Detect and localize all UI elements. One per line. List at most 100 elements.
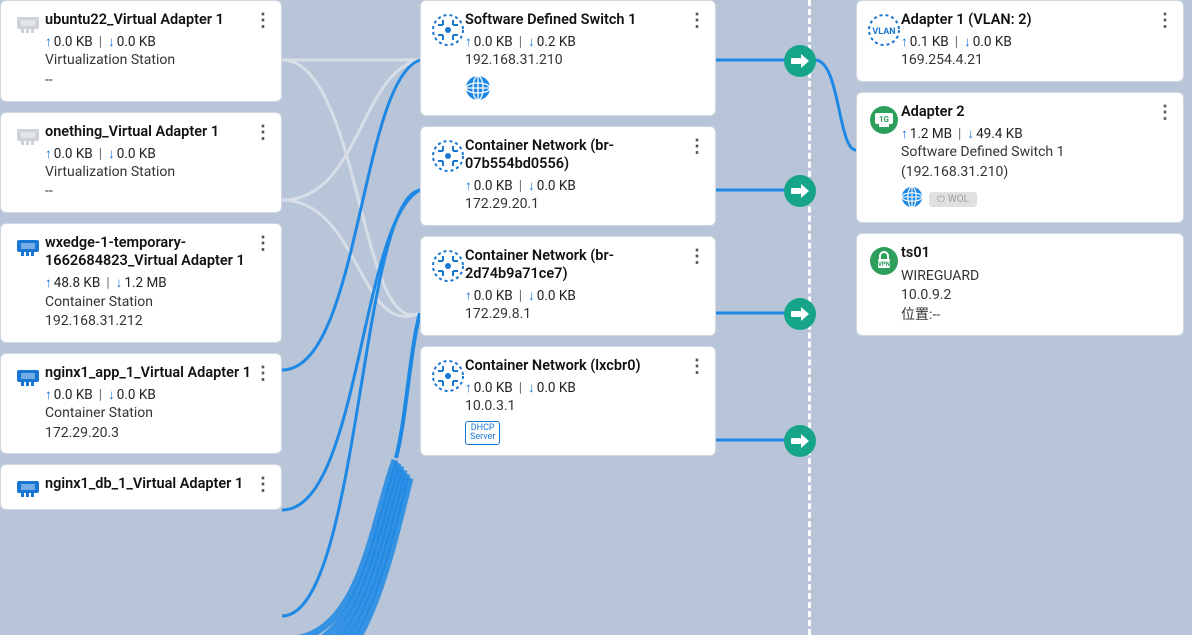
upload-icon: ↑: [45, 386, 52, 404]
card-location: 位置:--: [901, 306, 1169, 326]
adapter-card[interactable]: VLAN Adapter 1 (VLAN: 2) ↑0.1 KB | ↓0.0 …: [856, 0, 1184, 82]
dhcp-server-badge: DHCPServer: [465, 421, 500, 445]
card-title: Adapter 1 (VLAN: 2): [901, 11, 1169, 29]
card-ip: --: [45, 71, 267, 91]
card-title: nginx1_app_1_Virtual Adapter 1: [45, 364, 267, 382]
card-title: Adapter 2: [901, 103, 1169, 121]
network-node-card[interactable]: Software Defined Switch 1 ↑0.0 KB | ↓0.2…: [420, 0, 716, 116]
more-menu-button[interactable]: ⋮: [253, 364, 273, 384]
card-title: ts01: [901, 244, 1169, 262]
card-title: Container Network (br-2d74b9a71ce7): [465, 247, 701, 283]
svg-text:1G: 1G: [879, 115, 890, 124]
upload-icon: ↑: [465, 177, 472, 195]
switch-icon: [431, 357, 465, 393]
switch-icon: [431, 11, 465, 47]
adapter-icon: [11, 364, 45, 388]
more-menu-button[interactable]: ⋮: [1155, 11, 1175, 31]
download-icon: ↓: [528, 33, 535, 51]
traffic-stats: ↑0.0 KB | ↓0.0 KB: [465, 379, 701, 397]
download-icon: ↓: [108, 145, 115, 163]
connector-node: [783, 297, 817, 331]
svg-text:VLAN: VLAN: [872, 27, 895, 37]
download-icon: ↓: [528, 287, 535, 305]
virtual-adapter-card[interactable]: nginx1_db_1_Virtual Adapter 1⋮: [0, 464, 282, 510]
wol-badge: ⏻WOL: [929, 192, 977, 207]
upload-icon: ↑: [45, 274, 52, 292]
adapter-icon: [11, 11, 45, 35]
card-ip: 10.0.3.1: [465, 397, 701, 417]
card-subtitle: Software Defined Switch 1 (192.168.31.21…: [901, 143, 1169, 182]
upload-icon: ↑: [45, 145, 52, 163]
card-subtitle: WIREGUARD: [901, 267, 1169, 287]
adapter-type-icon: 1G: [867, 103, 901, 135]
card-ip: 192.168.31.212: [45, 312, 267, 332]
more-menu-button[interactable]: ⋮: [253, 234, 273, 254]
card-title: wxedge-1-temporary-1662684823_Virtual Ad…: [45, 234, 267, 270]
more-menu-button[interactable]: ⋮: [687, 247, 707, 267]
virtual-adapter-card[interactable]: nginx1_app_1_Virtual Adapter 1 ↑0.0 KB |…: [0, 353, 282, 455]
upload-icon: ↑: [901, 33, 908, 51]
network-node-card[interactable]: Container Network (lxcbr0) ↑0.0 KB | ↓0.…: [420, 346, 716, 456]
connector-node: [783, 424, 817, 458]
svg-text:VPN: VPN: [878, 261, 890, 268]
card-title: Container Network (lxcbr0): [465, 357, 701, 375]
more-menu-button[interactable]: ⋮: [687, 357, 707, 377]
virtual-adapter-card[interactable]: onething_Virtual Adapter 1 ↑0.0 KB | ↓0.…: [0, 112, 282, 214]
switch-icon: [431, 247, 465, 283]
adapter-icon: [11, 475, 45, 499]
card-ip: --: [45, 182, 267, 202]
card-subtitle: Virtualization Station: [45, 51, 267, 71]
upload-icon: ↑: [465, 379, 472, 397]
card-subtitle: Container Station: [45, 293, 267, 313]
adapter-type-icon: VLAN: [867, 11, 901, 47]
traffic-stats: ↑0.0 KB | ↓0.0 KB: [45, 386, 267, 404]
network-node-card[interactable]: Container Network (br-07b554bd0556) ↑0.0…: [420, 126, 716, 226]
traffic-stats: ↑0.1 KB | ↓0.0 KB: [901, 33, 1169, 51]
card-title: Software Defined Switch 1: [465, 11, 701, 29]
adapter-type-icon: VPN: [867, 244, 901, 276]
traffic-stats: ↑0.0 KB | ↓0.0 KB: [45, 145, 267, 163]
card-title: Container Network (br-07b554bd0556): [465, 137, 701, 173]
more-menu-button[interactable]: ⋮: [253, 11, 273, 31]
traffic-stats: ↑0.0 KB | ↓0.0 KB: [45, 33, 267, 51]
card-ip: 172.29.8.1: [465, 305, 701, 325]
virtual-adapter-card[interactable]: ubuntu22_Virtual Adapter 1 ↑0.0 KB | ↓0.…: [0, 0, 282, 102]
card-ip: 169.254.4.21: [901, 51, 1169, 71]
card-subtitle: Container Station: [45, 404, 267, 424]
download-icon: ↓: [108, 386, 115, 404]
network-node-card[interactable]: Container Network (br-2d74b9a71ce7) ↑0.0…: [420, 236, 716, 336]
card-title: ubuntu22_Virtual Adapter 1: [45, 11, 267, 29]
upload-icon: ↑: [465, 287, 472, 305]
adapter-card[interactable]: VPN ts01WIREGUARD10.0.9.2位置:--: [856, 233, 1184, 336]
more-menu-button[interactable]: ⋮: [253, 475, 273, 495]
connector-node: [783, 44, 817, 78]
adapter-card[interactable]: 1G Adapter 2 ↑1.2 MB | ↓49.4 KB Software…: [856, 92, 1184, 224]
card-ip: 192.168.31.210: [465, 51, 701, 71]
more-menu-button[interactable]: ⋮: [253, 123, 273, 143]
card-title: onething_Virtual Adapter 1: [45, 123, 267, 141]
virtual-adapter-card[interactable]: wxedge-1-temporary-1662684823_Virtual Ad…: [0, 223, 282, 343]
card-ip: 172.29.20.1: [465, 195, 701, 215]
download-icon: ↓: [116, 274, 123, 292]
download-icon: ↓: [528, 177, 535, 195]
globe-icon: [465, 75, 491, 105]
download-icon: ↓: [528, 379, 535, 397]
card-ip: 172.29.20.3: [45, 424, 267, 444]
adapter-icon: [11, 123, 45, 147]
download-icon: ↓: [108, 33, 115, 51]
download-icon: ↓: [967, 125, 974, 143]
card-subtitle: Virtualization Station: [45, 163, 267, 183]
more-menu-button[interactable]: ⋮: [1155, 103, 1175, 123]
upload-icon: ↑: [45, 33, 52, 51]
connector-node: [783, 174, 817, 208]
more-menu-button[interactable]: ⋮: [687, 137, 707, 157]
upload-icon: ↑: [901, 125, 908, 143]
more-menu-button[interactable]: ⋮: [687, 11, 707, 31]
adapter-icon: [11, 234, 45, 258]
traffic-stats: ↑0.0 KB | ↓0.2 KB: [465, 33, 701, 51]
traffic-stats: ↑0.0 KB | ↓0.0 KB: [465, 287, 701, 305]
globe-icon: [901, 186, 923, 212]
traffic-stats: ↑48.8 KB | ↓1.2 MB: [45, 274, 267, 292]
switch-icon: [431, 137, 465, 173]
traffic-stats: ↑0.0 KB | ↓0.0 KB: [465, 177, 701, 195]
